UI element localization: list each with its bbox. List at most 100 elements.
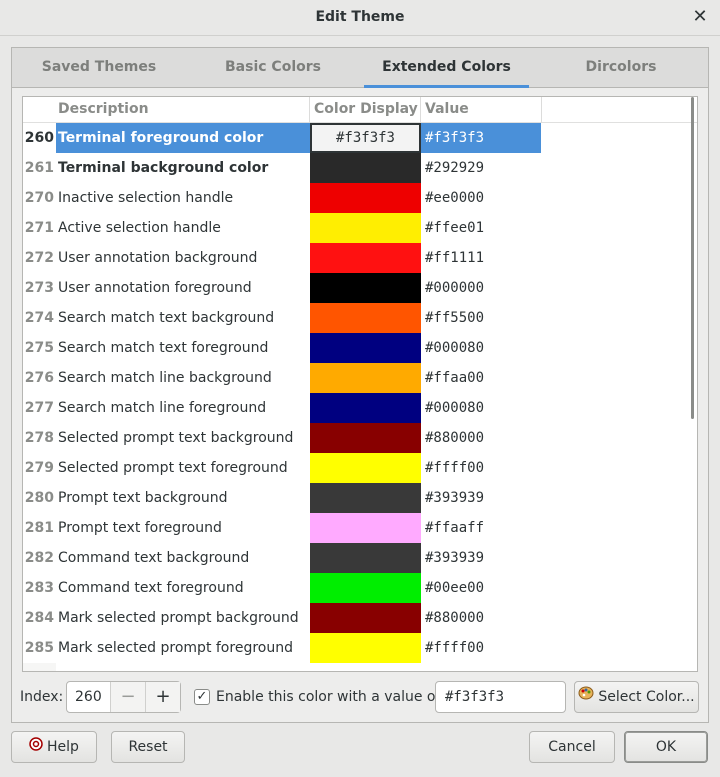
- notebook: Saved Themes Basic Colors Extended Color…: [11, 47, 709, 723]
- increment-button[interactable]: +: [145, 682, 180, 712]
- row-index: 275: [24, 340, 54, 356]
- value-column-header[interactable]: Value: [421, 97, 542, 123]
- table-row[interactable]: 273 User annotation foreground #000000: [23, 273, 543, 303]
- list-header: Description Color Display Value: [23, 97, 697, 123]
- row-value: #000080: [425, 340, 485, 356]
- table-row[interactable]: 284 Mark selected prompt background #88000…: [23, 603, 543, 633]
- row-value: #ffff00: [425, 640, 485, 656]
- row-description: Terminal background color: [58, 160, 269, 176]
- table-row[interactable]: 285 Mark selected prompt foreground #ffff0…: [23, 633, 543, 663]
- tab-extended-colors[interactable]: Extended Colors: [364, 48, 529, 88]
- color-swatch[interactable]: #f3f3f3: [310, 123, 421, 153]
- description-column-header[interactable]: Description: [54, 97, 310, 123]
- color-swatch[interactable]: [310, 423, 421, 453]
- select-color-button[interactable]: Select Color...: [574, 681, 699, 713]
- color-swatch[interactable]: [310, 603, 421, 633]
- row-value: #ee0000: [425, 190, 485, 206]
- table-row[interactable]: 274 Search match text background #ff5500: [23, 303, 543, 333]
- table-row[interactable]: 277 Search match line foreground #000080: [23, 393, 543, 423]
- row-value: #ffee01: [425, 220, 485, 236]
- close-icon[interactable]: ✕: [690, 7, 710, 27]
- reset-button[interactable]: Reset: [111, 731, 185, 763]
- color-swatch[interactable]: [310, 513, 421, 543]
- row-index: 283: [24, 580, 54, 596]
- color-swatch[interactable]: [310, 243, 421, 273]
- row-value: #ffaaff: [425, 520, 485, 536]
- color-swatch[interactable]: [310, 183, 421, 213]
- ok-button[interactable]: OK: [624, 731, 708, 763]
- table-row[interactable]: 271 Active selection handle #ffee01: [23, 213, 543, 243]
- decrement-button[interactable]: −: [110, 682, 145, 712]
- row-index: 272: [24, 250, 54, 266]
- index-bar: Index: 260 − + ✓ Enable this color with …: [0, 681, 720, 715]
- color-swatch[interactable]: [310, 333, 421, 363]
- enable-color-checkbox[interactable]: ✓: [194, 689, 210, 705]
- row-description: Command text background: [58, 550, 250, 566]
- row-index: 274: [24, 310, 54, 326]
- row-value: #ffff00: [425, 460, 485, 476]
- tab-saved-themes[interactable]: Saved Themes: [12, 48, 186, 88]
- table-row[interactable]: 260 Terminal foreground color #f3f3f3 #f3f3…: [23, 123, 543, 153]
- table-row[interactable]: 276 Search match line background #ffaa00: [23, 363, 543, 393]
- row-description: Selected prompt text background: [58, 430, 294, 446]
- window-title: Edit Theme: [315, 9, 405, 25]
- table-row[interactable]: 278 Selected prompt text background #88000…: [23, 423, 543, 453]
- row-index: 279: [24, 460, 54, 476]
- row-description: Terminal foreground color: [56, 123, 310, 153]
- row-index: 261: [24, 160, 54, 176]
- index-value[interactable]: 260: [75, 689, 102, 705]
- help-button[interactable]: Help: [11, 731, 97, 763]
- table-row[interactable]: 283 Command text foreground #00ee00: [23, 573, 543, 603]
- table-row[interactable]: 272 User annotation background #ff1111: [23, 243, 543, 273]
- row-description: Active selection handle: [58, 220, 221, 236]
- tab-dircolors[interactable]: Dircolors: [534, 48, 708, 88]
- tab-basic-colors[interactable]: Basic Colors: [186, 48, 360, 88]
- color-swatch[interactable]: [310, 573, 421, 603]
- color-swatch[interactable]: [310, 453, 421, 483]
- table-row[interactable]: 275 Search match text foreground #000080: [23, 333, 543, 363]
- color-list[interactable]: Description Color Display Value 260 Termi…: [22, 96, 698, 672]
- color-swatch[interactable]: [310, 153, 421, 183]
- table-row[interactable]: 270 Inactive selection handle #ee0000: [23, 183, 543, 213]
- row-value: #393939: [425, 550, 485, 566]
- cancel-button[interactable]: Cancel: [529, 731, 615, 763]
- row-description: Search match text foreground: [58, 340, 269, 356]
- row-value: #00ee00: [425, 580, 485, 596]
- color-value-input[interactable]: #f3f3f3: [435, 681, 566, 713]
- table-row[interactable]: 261 Terminal background color #292929: [23, 153, 543, 183]
- color-swatch[interactable]: [310, 363, 421, 393]
- color-swatch[interactable]: [310, 303, 421, 333]
- scrollbar[interactable]: [691, 97, 694, 419]
- row-description: Selected prompt text foreground: [58, 460, 288, 476]
- row-index: 281: [24, 520, 54, 536]
- color-swatch[interactable]: [310, 543, 421, 573]
- table-row[interactable]: 279 Selected prompt text foreground #ffff0…: [23, 453, 543, 483]
- color-swatch[interactable]: [310, 273, 421, 303]
- partial-row: [23, 663, 56, 671]
- row-description: Prompt text foreground: [58, 520, 222, 536]
- dialog-buttons: Help Reset Cancel OK: [0, 731, 720, 767]
- row-value: #292929: [425, 160, 485, 176]
- index-spinbutton[interactable]: 260 − +: [66, 681, 181, 713]
- color-display-column-header[interactable]: Color Display: [310, 97, 421, 123]
- row-value: #ff1111: [425, 250, 485, 266]
- color-swatch[interactable]: [310, 483, 421, 513]
- row-index: 271: [24, 220, 54, 236]
- select-color-label: Select Color...: [598, 689, 695, 705]
- row-index: 284: [24, 610, 54, 626]
- row-index: 280: [24, 490, 54, 506]
- index-column-header: [23, 97, 56, 123]
- table-row[interactable]: 280 Prompt text background #393939: [23, 483, 543, 513]
- table-row[interactable]: 281 Prompt text foreground #ffaaff: [23, 513, 543, 543]
- tab-bar: Saved Themes Basic Colors Extended Color…: [12, 48, 708, 88]
- row-value: #000080: [425, 400, 485, 416]
- row-index: 277: [24, 400, 54, 416]
- row-value: #393939: [425, 490, 485, 506]
- row-index: 273: [24, 280, 54, 296]
- table-row[interactable]: 282 Command text background #393939: [23, 543, 543, 573]
- color-swatch[interactable]: [310, 393, 421, 423]
- color-swatch[interactable]: [310, 633, 421, 663]
- row-description: Prompt text background: [58, 490, 228, 506]
- color-swatch[interactable]: [310, 213, 421, 243]
- row-index: 282: [24, 550, 54, 566]
